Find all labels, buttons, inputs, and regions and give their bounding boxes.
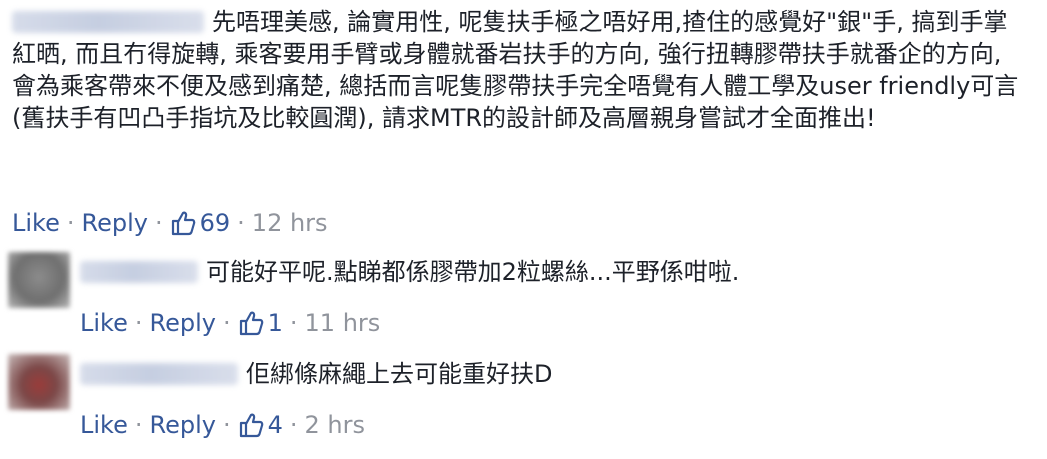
like-count[interactable]: 1 — [268, 308, 283, 338]
timestamp[interactable]: 12 hrs — [252, 208, 328, 238]
like-count[interactable]: 69 — [200, 208, 231, 238]
comment-1: 先唔理美感, 論實用性, 呢隻扶手極之唔好用,揸住的感覺好"銀"手, 搞到手掌紅… — [12, 0, 1037, 237]
thumbs-up-outline-icon[interactable] — [238, 412, 264, 438]
timestamp[interactable]: 11 hrs — [305, 308, 381, 338]
comment-actions: Like · Reply · 4 · 2 hrs — [80, 410, 365, 440]
like-count[interactable]: 4 — [268, 410, 283, 440]
avatar[interactable] — [8, 354, 70, 410]
separator: · — [134, 411, 143, 439]
separator: · — [289, 309, 298, 337]
separator: · — [66, 209, 75, 237]
separator: · — [222, 411, 231, 439]
avatar[interactable] — [8, 252, 70, 308]
blurred-author-name[interactable] — [12, 11, 204, 33]
comment-actions: Like · Reply · 69 · 12 hrs — [12, 208, 328, 238]
separator: · — [154, 209, 163, 237]
comment-body: 佢綁條麻繩上去可能重好扶D — [80, 358, 552, 390]
reply-link[interactable]: Reply — [150, 410, 216, 440]
comment-text: 可能好平呢.點睇都係膠帶加2粒螺絲...平野係咁啦. — [206, 258, 740, 286]
separator: · — [237, 209, 245, 237]
like-link[interactable]: Like — [12, 208, 60, 238]
reply-link[interactable]: Reply — [82, 208, 148, 238]
separator: · — [134, 309, 143, 337]
comment-actions: Like · Reply · 1 · 11 hrs — [80, 308, 380, 338]
like-link[interactable]: Like — [80, 308, 128, 338]
separator: · — [289, 411, 298, 439]
reply-link[interactable]: Reply — [150, 308, 216, 338]
comment-text: 佢綁條麻繩上去可能重好扶D — [246, 360, 553, 388]
thumbs-up-outline-icon[interactable] — [170, 210, 196, 236]
thumbs-up-outline-icon[interactable] — [238, 310, 264, 336]
comment-body: 先唔理美感, 論實用性, 呢隻扶手極之唔好用,揸住的感覺好"銀"手, 搞到手掌紅… — [12, 0, 1030, 134]
blurred-author-name[interactable] — [80, 261, 198, 283]
comment-body: 可能好平呢.點睇都係膠帶加2粒螺絲...平野係咁啦. — [80, 256, 739, 288]
like-link[interactable]: Like — [80, 410, 128, 440]
timestamp[interactable]: 2 hrs — [305, 410, 365, 440]
blurred-author-name[interactable] — [80, 363, 238, 385]
separator: · — [222, 309, 231, 337]
